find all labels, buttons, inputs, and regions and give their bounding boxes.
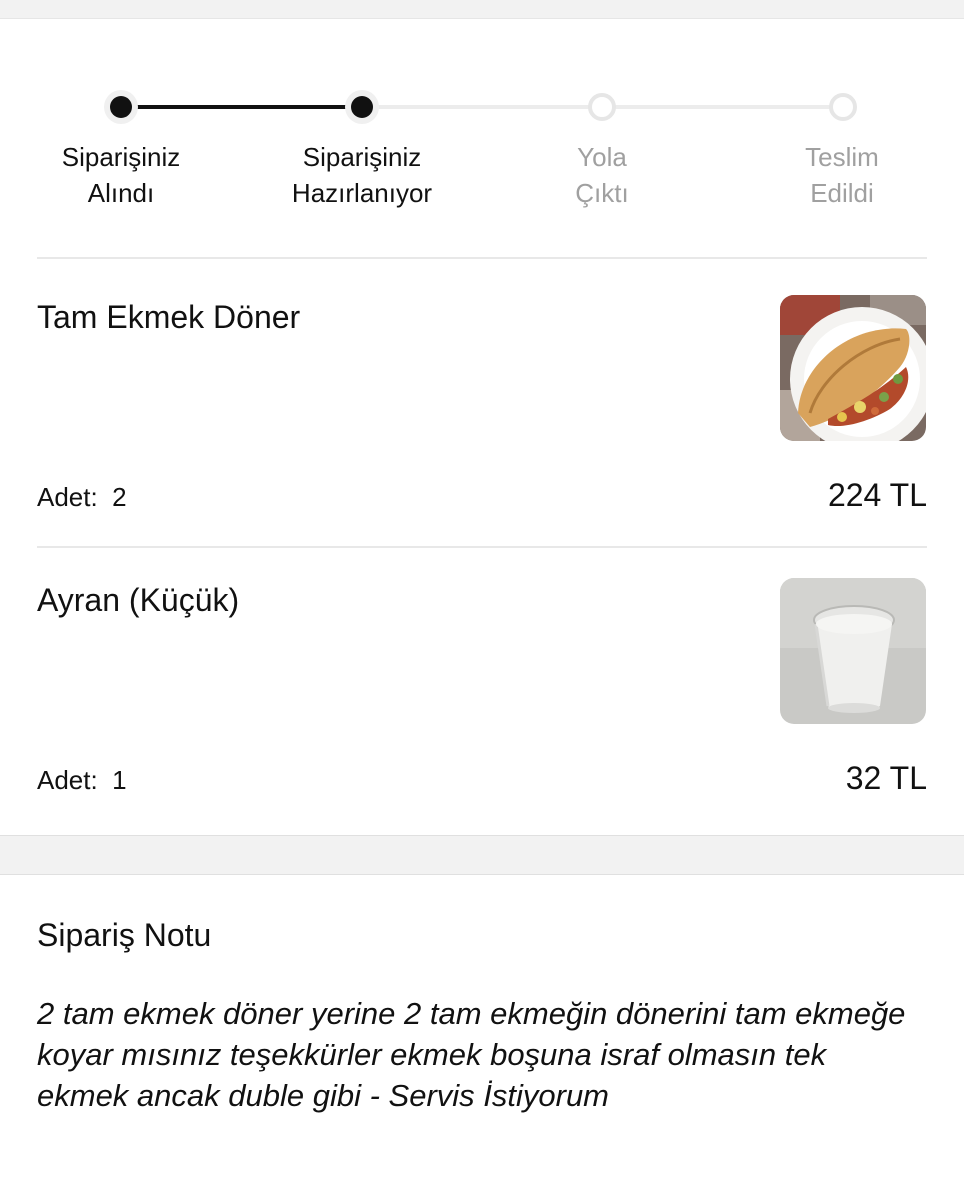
- top-band: [0, 0, 964, 18]
- step-label-line: Hazırlanıyor: [291, 178, 433, 208]
- quantity-label: Adet:: [37, 482, 98, 512]
- step-label-line: Çıktı: [575, 178, 629, 208]
- step-dot-preparing: [351, 96, 373, 118]
- ayran-cup-icon: [780, 578, 926, 724]
- order-card: Siparişiniz Alındı Siparişiniz Hazırlanı…: [0, 18, 964, 836]
- quantity-value: 2: [112, 482, 127, 512]
- order-note-card: Sipariş Notu 2 tam ekmek döner yerine 2 …: [0, 874, 964, 1201]
- item-name: Tam Ekmek Döner: [37, 299, 301, 335]
- item-quantity: Adet: 2: [37, 482, 127, 513]
- note-text: 2 tam ekmek döner yerine 2 tam ekmeğin d…: [37, 996, 906, 1113]
- step-label-preparing: Siparişiniz Hazırlanıyor: [262, 139, 462, 211]
- quantity-value: 1: [112, 765, 127, 795]
- step-label-line: Edildi: [810, 178, 874, 208]
- step-label-line: Yola: [577, 142, 627, 172]
- item-price: 32 TL: [845, 760, 927, 796]
- step-label-line: Siparişiniz: [61, 142, 181, 172]
- step-dot-received: [110, 96, 132, 118]
- item-quantity: Adet: 1: [37, 765, 127, 796]
- item-price: 224 TL: [827, 477, 927, 513]
- divider: [37, 546, 927, 548]
- step-label-received: Siparişiniz Alındı: [21, 139, 221, 211]
- order-progress: Siparişiniz Alındı Siparişiniz Hazırlanı…: [0, 19, 964, 259]
- step-dot-delivered: [829, 93, 857, 121]
- item-name: Ayran (Küçük): [37, 582, 240, 618]
- step-label-line: Teslim: [805, 142, 879, 172]
- step-label-line: Alındı: [87, 178, 155, 208]
- step-dot-on-the-way: [588, 93, 616, 121]
- note-title: Sipariş Notu: [37, 917, 212, 953]
- divider: [37, 257, 927, 259]
- step-label-delivered: Teslim Edildi: [742, 139, 942, 211]
- step-label-line: Siparişiniz: [302, 142, 422, 172]
- quantity-label: Adet:: [37, 765, 98, 795]
- progress-track-complete: [121, 105, 362, 109]
- doner-sandwich-icon: [780, 295, 926, 441]
- step-label-on-the-way: Yola Çıktı: [502, 139, 702, 211]
